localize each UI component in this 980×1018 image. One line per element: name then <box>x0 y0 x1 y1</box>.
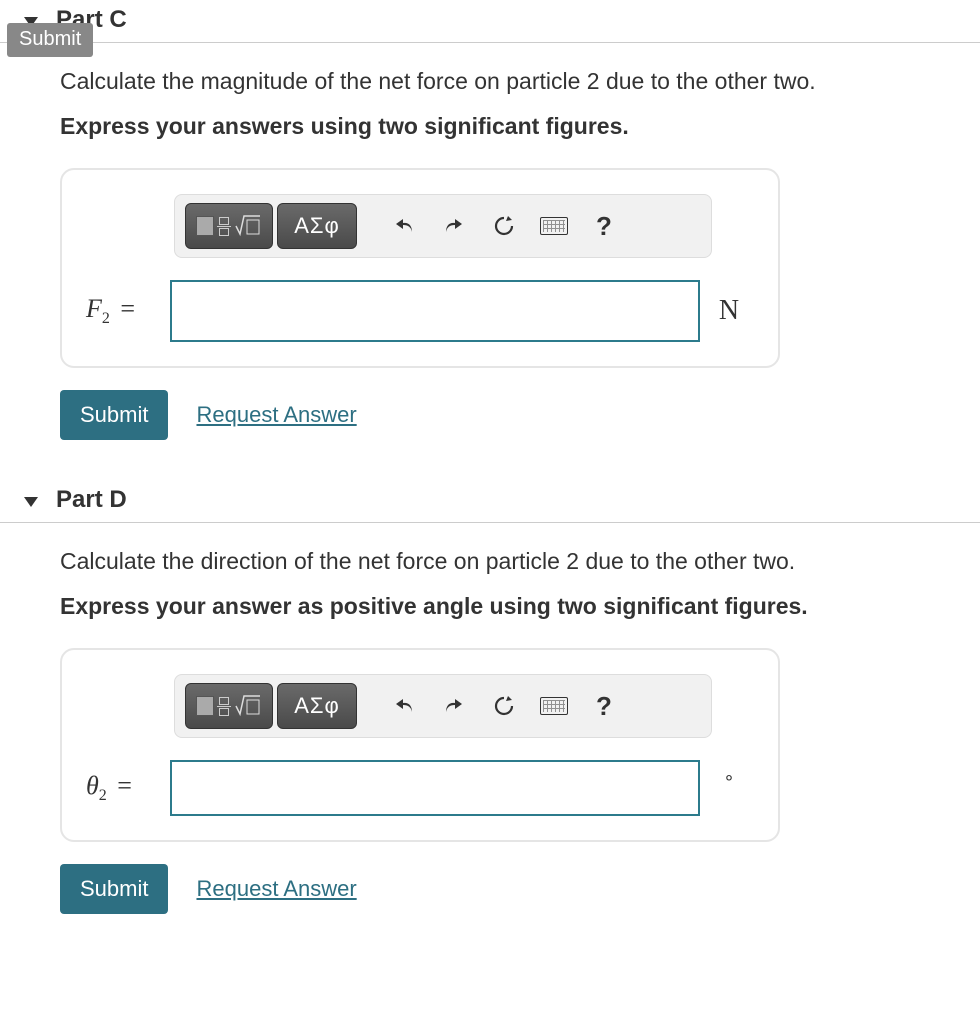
keyboard-button[interactable] <box>533 686 575 726</box>
part-c-prompt: Calculate the magnitude of the net force… <box>60 68 980 95</box>
redo-button[interactable] <box>433 686 475 726</box>
fraction-template-icon <box>217 697 231 716</box>
greek-symbols-button[interactable]: ΑΣφ <box>277 203 357 249</box>
redo-button[interactable] <box>433 206 475 246</box>
part-c-hint: Express your answers using two significa… <box>60 113 980 140</box>
fraction-template-icon <box>217 217 231 236</box>
part-d-unit: ∘ <box>700 767 758 810</box>
part-d-answer-input[interactable] <box>170 760 700 816</box>
rect-template-icon <box>196 696 214 716</box>
part-c: Part C Calculate the magnitude of the ne… <box>0 0 980 440</box>
keyboard-button[interactable] <box>533 206 575 246</box>
part-c-answer-box: ΑΣφ ? F2 = <box>60 168 780 368</box>
help-button[interactable]: ? <box>583 686 625 726</box>
undo-button[interactable] <box>383 206 425 246</box>
part-c-unit: N <box>700 295 758 327</box>
part-c-submit-button[interactable]: Submit <box>60 390 168 440</box>
part-d-request-answer-link[interactable]: Request Answer <box>196 876 356 902</box>
greek-symbols-button[interactable]: ΑΣφ <box>277 683 357 729</box>
keyboard-icon <box>540 217 568 235</box>
templates-button[interactable] <box>185 203 273 249</box>
part-d-prompt: Calculate the direction of the net force… <box>60 548 980 575</box>
part-c-request-answer-link[interactable]: Request Answer <box>196 402 356 428</box>
undo-button[interactable] <box>383 686 425 726</box>
keyboard-icon <box>540 697 568 715</box>
part-d-variable-label: θ2 = <box>82 771 170 805</box>
part-d-header[interactable]: Part D <box>0 480 980 523</box>
part-c-answer-input[interactable] <box>170 280 700 342</box>
reset-button[interactable] <box>483 206 525 246</box>
part-d-answer-box: ΑΣφ ? θ2 = <box>60 648 780 842</box>
part-c-variable-label: F2 = <box>82 294 170 328</box>
reset-button[interactable] <box>483 686 525 726</box>
part-d: Part D Calculate the direction of the ne… <box>0 480 980 914</box>
equation-toolbar: ΑΣφ ? <box>174 194 712 258</box>
collapse-caret-icon <box>24 497 38 507</box>
rect-template-icon <box>196 216 214 236</box>
equation-toolbar: ΑΣφ ? <box>174 674 712 738</box>
part-d-hint: Express your answer as positive angle us… <box>60 593 980 620</box>
float-submit-badge: Submit <box>7 23 93 57</box>
root-template-icon <box>234 214 262 238</box>
templates-button[interactable] <box>185 683 273 729</box>
root-template-icon <box>234 694 262 718</box>
part-d-title: Part D <box>56 486 127 514</box>
help-button[interactable]: ? <box>583 206 625 246</box>
part-c-header[interactable]: Part C <box>0 0 980 43</box>
part-d-submit-button[interactable]: Submit <box>60 864 168 914</box>
